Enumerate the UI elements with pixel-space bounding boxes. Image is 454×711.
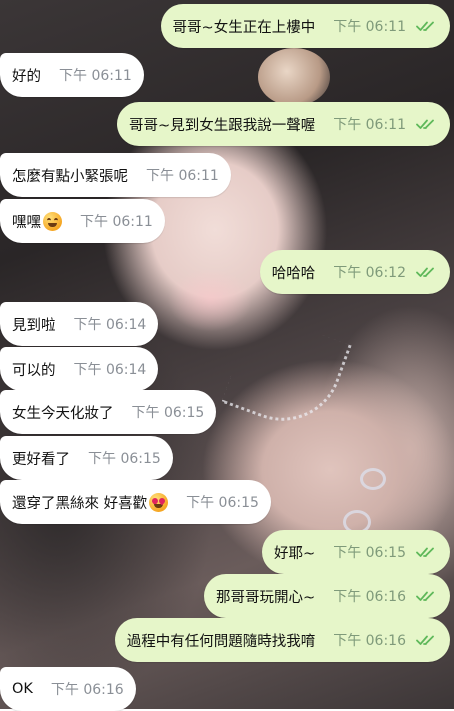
grinning-face-icon bbox=[43, 211, 62, 231]
message-time: 下午 06:15 bbox=[88, 451, 161, 467]
heart-eyes-face-icon bbox=[149, 492, 169, 512]
message-time: 下午 06:14 bbox=[73, 317, 147, 333]
message-text: 女生今天化妝了 bbox=[12, 405, 114, 422]
message-time: 下午 06:15 bbox=[186, 495, 259, 511]
message-time: 下午 06:16 bbox=[333, 633, 406, 649]
message-time: 下午 06:11 bbox=[59, 68, 132, 84]
message-time: 下午 06:15 bbox=[131, 405, 205, 421]
message-bubble-incoming[interactable]: 怎麼有點小緊張呢 下午 06:11 bbox=[0, 153, 231, 197]
message-bubble-incoming[interactable]: OK 下午 06:16 bbox=[0, 667, 136, 711]
message-bubble-incoming[interactable]: 可以的 下午 06:14 bbox=[0, 347, 159, 391]
message-bubble-incoming[interactable]: 還穿了黑絲來 好喜歡 下午 06:15 bbox=[0, 480, 271, 524]
message-bubble-incoming[interactable]: 嘿嘿 下午 06:11 bbox=[0, 199, 165, 243]
message-time: 下午 06:16 bbox=[333, 589, 406, 605]
message-time: 下午 06:16 bbox=[50, 682, 124, 698]
message-bubble-outgoing[interactable]: 那哥哥玩開心~ 下午 06:16 bbox=[204, 574, 450, 618]
message-text: 還穿了黑絲來 好喜歡 bbox=[12, 495, 148, 512]
message-bubble-incoming[interactable]: 好的 下午 06:11 bbox=[0, 53, 144, 97]
message-text: 哥哥~見到女生跟我說一聲喔 bbox=[129, 117, 316, 134]
double-check-icon bbox=[416, 21, 434, 31]
message-bubble-outgoing[interactable]: 哥哥~見到女生跟我說一聲喔 下午 06:11 bbox=[117, 102, 450, 146]
message-text: 見到啦 bbox=[12, 317, 56, 334]
message-bubble-incoming[interactable]: 見到啦 下午 06:14 bbox=[0, 302, 159, 346]
message-bubble-incoming[interactable]: 更好看了 下午 06:15 bbox=[0, 436, 173, 480]
message-time: 下午 06:15 bbox=[333, 545, 406, 561]
message-time: 下午 06:12 bbox=[333, 265, 406, 281]
message-text: OK bbox=[12, 681, 33, 697]
double-check-icon bbox=[416, 547, 434, 557]
double-check-icon bbox=[416, 267, 434, 277]
message-text: 那哥哥玩開心~ bbox=[216, 589, 316, 606]
message-text: 嘿嘿 bbox=[12, 214, 41, 231]
message-time: 下午 06:11 bbox=[333, 19, 406, 35]
double-check-icon bbox=[416, 591, 434, 601]
message-text: 可以的 bbox=[12, 362, 56, 379]
message-text: 過程中有任何問題隨時找我唷 bbox=[126, 633, 316, 650]
message-time: 下午 06:11 bbox=[146, 168, 219, 184]
message-time: 下午 06:14 bbox=[73, 362, 147, 378]
message-bubble-outgoing[interactable]: 好耶~ 下午 06:15 bbox=[262, 530, 450, 574]
message-bubble-outgoing[interactable]: 過程中有任何問題隨時找我唷 下午 06:16 bbox=[114, 618, 450, 662]
double-check-icon bbox=[416, 635, 434, 645]
message-time: 下午 06:11 bbox=[333, 117, 406, 133]
message-text: 哈哈哈 bbox=[271, 265, 316, 282]
message-text: 好的 bbox=[12, 68, 41, 85]
wallpaper-ring bbox=[360, 468, 386, 490]
message-bubble-outgoing[interactable]: 哈哈哈 下午 06:12 bbox=[259, 250, 450, 294]
double-check-icon bbox=[416, 119, 434, 129]
message-text: 怎麼有點小緊張呢 bbox=[12, 168, 128, 185]
message-text: 好耶~ bbox=[274, 545, 316, 562]
message-bubble-incoming[interactable]: 女生今天化妝了 下午 06:15 bbox=[0, 390, 217, 434]
wallpaper-hairclip bbox=[258, 48, 330, 106]
message-time: 下午 06:11 bbox=[80, 214, 153, 230]
message-text: 更好看了 bbox=[12, 451, 70, 468]
message-bubble-outgoing[interactable]: 哥哥~女生正在上樓中 下午 06:11 bbox=[160, 4, 450, 48]
message-text: 哥哥~女生正在上樓中 bbox=[172, 19, 316, 36]
